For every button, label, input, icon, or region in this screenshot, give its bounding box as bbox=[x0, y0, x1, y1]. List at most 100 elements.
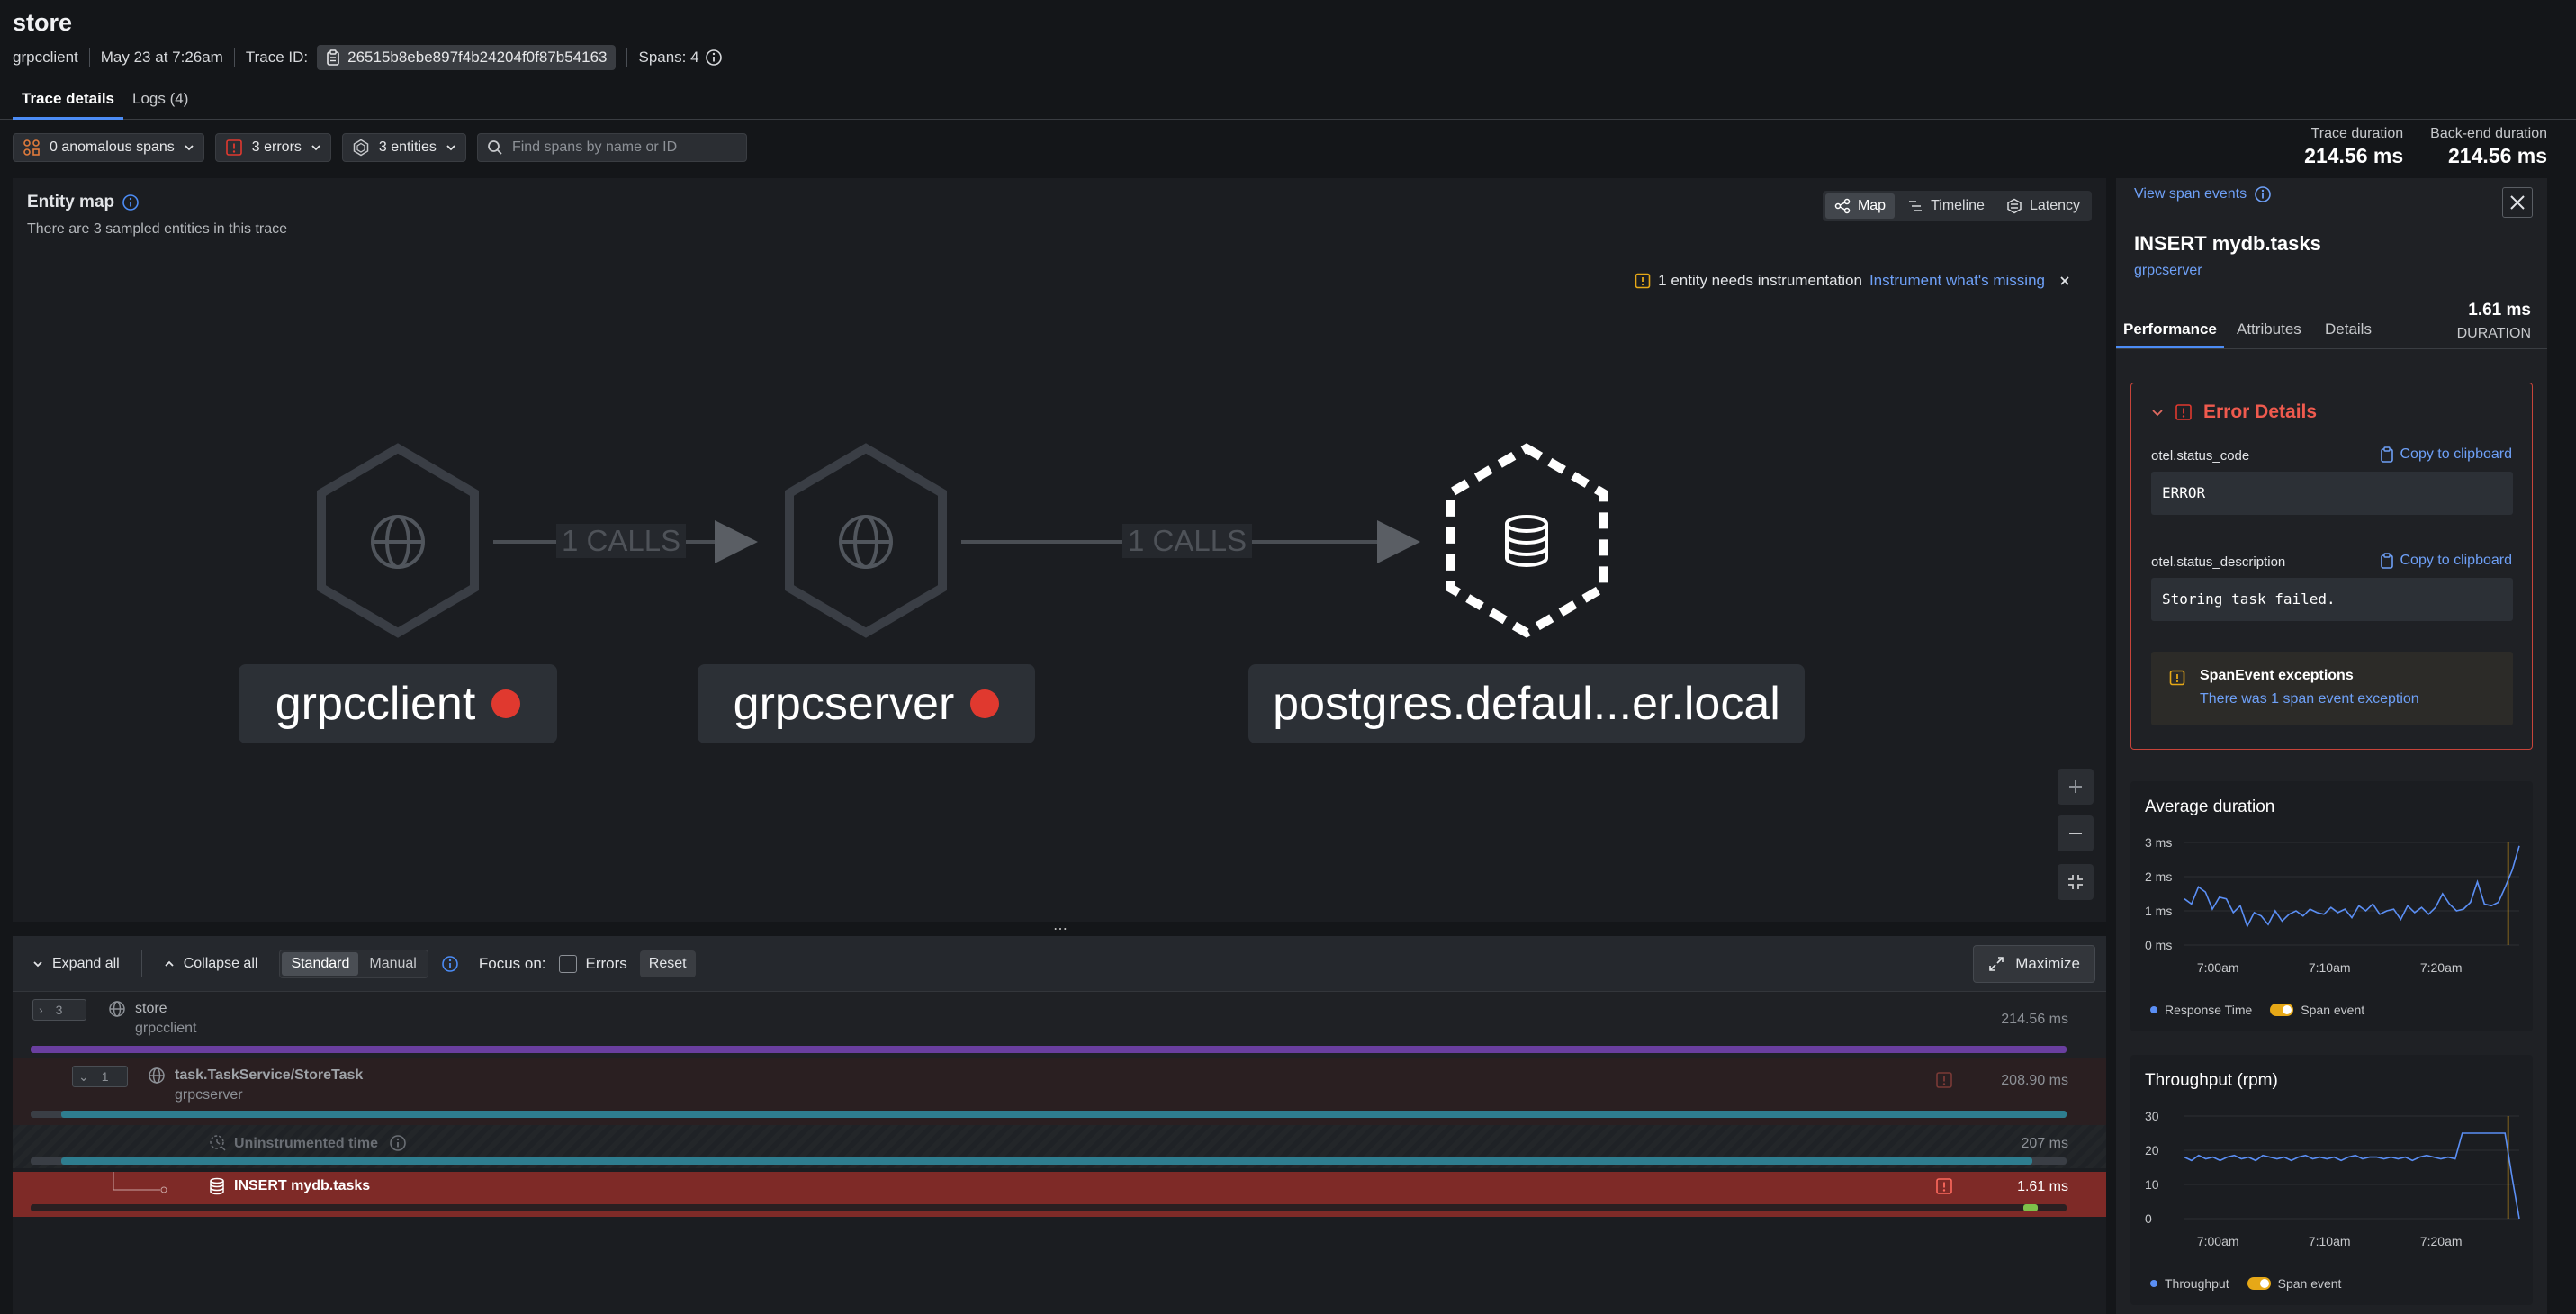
focus-on-label: Focus on: bbox=[478, 954, 546, 972]
database-icon bbox=[210, 1177, 224, 1195]
span-row-storetask[interactable]: ⌄ 1 task.TaskService/StoreTask grpcserve… bbox=[13, 1058, 2106, 1125]
tab-logs[interactable]: Logs (4) bbox=[123, 83, 197, 120]
info-icon[interactable] bbox=[705, 49, 723, 67]
chevron-down-icon bbox=[33, 960, 42, 967]
errors-dropdown[interactable]: 3 errors bbox=[214, 133, 331, 162]
backend-duration-value: 214.56 ms bbox=[2448, 144, 2547, 167]
tab-attributes[interactable]: Attributes bbox=[2237, 320, 2301, 346]
close-panel-button[interactable] bbox=[2502, 187, 2533, 218]
child-count-value: 3 bbox=[55, 1003, 63, 1017]
entity-node-postgres[interactable] bbox=[1446, 443, 1608, 638]
collapse-all-label: Collapse all bbox=[183, 955, 258, 971]
edge-label-2: 1 CALLS bbox=[1122, 524, 1253, 558]
mode-manual-button[interactable]: Manual bbox=[360, 952, 425, 976]
chevron-down-icon bbox=[2152, 410, 2163, 417]
duration-summary: Trace duration 214.56 ms Back-end durati… bbox=[2304, 126, 2547, 168]
x-tick-label: 7:10am bbox=[2309, 960, 2351, 975]
entity-icon bbox=[353, 139, 369, 157]
error-icon bbox=[1936, 1178, 1952, 1194]
child-count[interactable]: › 3 bbox=[32, 999, 86, 1021]
globe-icon bbox=[839, 515, 893, 569]
errors-filter[interactable]: Errors bbox=[558, 954, 627, 973]
y-tick-label: 3 ms bbox=[2145, 835, 2172, 850]
expand-all-label: Expand all bbox=[52, 955, 120, 971]
legend-series-label: Throughput bbox=[2165, 1276, 2229, 1291]
trace-id: 26515b8ebe897f4b24204f0f87b54163 bbox=[347, 49, 608, 66]
error-icon bbox=[1936, 1072, 1952, 1088]
resize-handle[interactable]: ⋯ bbox=[1053, 920, 1067, 938]
info-icon[interactable] bbox=[389, 1134, 407, 1152]
trace-duration-label: Trace duration bbox=[2310, 126, 2404, 141]
reset-button[interactable]: Reset bbox=[639, 950, 696, 977]
divider bbox=[88, 48, 90, 68]
span-name: store bbox=[135, 1001, 167, 1016]
database-icon bbox=[1505, 515, 1548, 567]
span-event-toggle[interactable] bbox=[2247, 1277, 2271, 1290]
y-tick-label: 0 bbox=[2145, 1211, 2152, 1226]
error-indicator bbox=[970, 689, 1000, 718]
span-duration-label: DURATION bbox=[2456, 326, 2531, 341]
error-details-card: Error Details otel.status_code Copy to c… bbox=[2130, 382, 2533, 750]
span-timing-bar bbox=[2023, 1204, 2038, 1211]
exceptions-link[interactable]: There was 1 span event exception bbox=[2200, 691, 2419, 707]
entity-label-postgres[interactable]: postgres.defaul...er.local bbox=[1248, 664, 1805, 743]
chevron-right-icon: › bbox=[39, 1003, 43, 1017]
entity-label-grpcclient[interactable]: grpcclient bbox=[239, 664, 557, 743]
chevron-down-icon bbox=[311, 145, 320, 151]
status-code-value: ERROR bbox=[2151, 472, 2513, 515]
entity-name: grpcserver bbox=[733, 678, 955, 730]
trace-id-copy-button[interactable]: 26515b8ebe897f4b24204f0f87b54163 bbox=[317, 45, 617, 70]
copy-status-code-button[interactable]: Copy to clipboard bbox=[2380, 446, 2512, 463]
zoom-out-button[interactable] bbox=[2058, 815, 2094, 851]
backend-duration: Back-end duration 214.56 ms bbox=[2430, 126, 2547, 168]
page-header: store grpcclient May 23 at 7:26am Trace … bbox=[0, 0, 2576, 120]
anomalous-spans-dropdown[interactable]: 0 anomalous spans bbox=[13, 133, 204, 162]
span-event-toggle[interactable] bbox=[2270, 1004, 2294, 1016]
span-search-input[interactable]: Find spans by name or ID bbox=[476, 133, 747, 162]
status-description-value: Storing task failed. bbox=[2151, 578, 2513, 621]
tab-performance[interactable]: Performance bbox=[2116, 320, 2224, 348]
entity-graph bbox=[317, 443, 1608, 638]
entity-node-grpcclient[interactable] bbox=[317, 443, 479, 638]
fit-to-screen-button[interactable] bbox=[2058, 864, 2094, 900]
span-service-link[interactable]: grpcserver bbox=[2134, 263, 2202, 279]
view-span-events-link[interactable]: View span events bbox=[2134, 185, 2272, 203]
copy-status-description-button[interactable]: Copy to clipboard bbox=[2380, 553, 2512, 569]
tab-trace-details[interactable]: Trace details bbox=[13, 83, 124, 120]
span-duration: 214.56 ms bbox=[2001, 1012, 2068, 1027]
copy-label: Copy to clipboard bbox=[2400, 446, 2512, 462]
entities-dropdown[interactable]: 3 entities bbox=[341, 133, 466, 162]
span-duration-summary: 1.61 ms DURATION bbox=[2457, 301, 2531, 342]
child-count[interactable]: ⌄ 1 bbox=[72, 1066, 128, 1087]
entity-label-grpcserver[interactable]: grpcserver bbox=[698, 664, 1035, 743]
y-tick-label: 20 bbox=[2145, 1143, 2159, 1157]
info-icon[interactable] bbox=[441, 955, 459, 973]
expand-all-button[interactable]: Expand all bbox=[23, 948, 129, 980]
backend-duration-label: Back-end duration bbox=[2430, 126, 2547, 141]
info-icon bbox=[2255, 186, 2271, 202]
collapse-all-button[interactable]: Collapse all bbox=[155, 948, 267, 980]
clipboard-icon bbox=[2381, 553, 2394, 569]
span-duration: 207 ms bbox=[2021, 1136, 2068, 1151]
maximize-button[interactable]: Maximize bbox=[1973, 945, 2095, 983]
error-details-header[interactable]: Error Details bbox=[2151, 401, 2317, 423]
divider bbox=[233, 48, 235, 68]
legend-swatch bbox=[2150, 1280, 2157, 1287]
zoom-in-button[interactable] bbox=[2058, 769, 2094, 805]
x-tick-label: 7:10am bbox=[2309, 1234, 2351, 1248]
errors-checkbox[interactable] bbox=[558, 954, 577, 973]
tab-details[interactable]: Details bbox=[2325, 320, 2372, 346]
span-timing-bar bbox=[61, 1157, 2032, 1165]
throughput-chart: 30 20 10 0 7:00am 7:10am 7:20am bbox=[2145, 1109, 2520, 1248]
error-icon bbox=[2175, 404, 2192, 420]
span-row-store[interactable]: › 3 store grpcclient 214.56 ms bbox=[13, 992, 2106, 1058]
page-title: store bbox=[13, 9, 73, 36]
average-duration-chart: 3 ms 2 ms 1 ms 0 ms 7:00am 7:10am 7:20am bbox=[2145, 835, 2520, 975]
span-row-insert-selected[interactable]: INSERT mydb.tasks 1.61 ms bbox=[13, 1172, 2106, 1217]
collapse-arrows-icon bbox=[2068, 875, 2083, 889]
legend-event-label: Span event bbox=[2277, 1276, 2342, 1291]
span-row-uninstrumented[interactable]: Uninstrumented time 207 ms bbox=[13, 1125, 2106, 1168]
mode-standard-button[interactable]: Standard bbox=[282, 951, 359, 976]
error-details-title: Error Details bbox=[2203, 401, 2318, 422]
entity-node-grpcserver[interactable] bbox=[785, 443, 947, 638]
